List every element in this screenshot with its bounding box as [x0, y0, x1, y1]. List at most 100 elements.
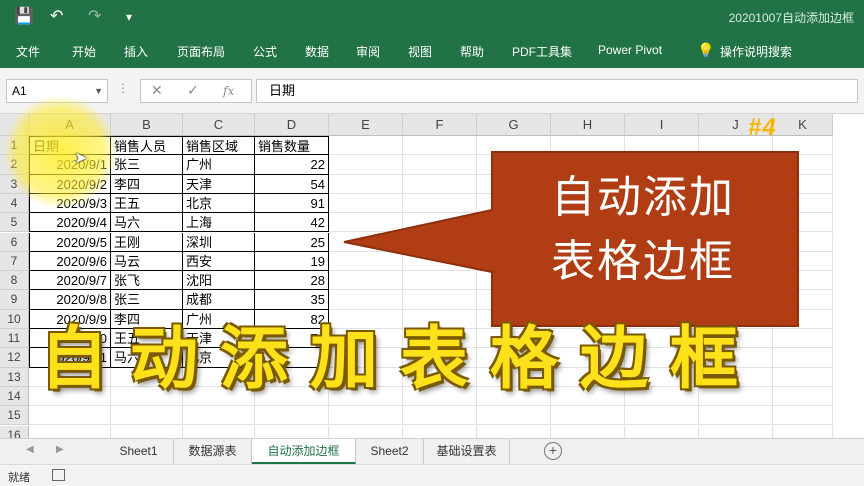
sheet-tab[interactable]: Sheet1 [104, 439, 174, 464]
macro-record-icon[interactable] [52, 469, 65, 481]
row-header-13[interactable]: 13 [0, 367, 29, 387]
column-header-g[interactable]: G [477, 114, 551, 136]
row-header-9[interactable]: 9 [0, 290, 29, 310]
table-cell[interactable]: 25 [255, 232, 329, 252]
row-header-3[interactable]: 3 [0, 174, 29, 194]
column-header-a[interactable]: A [29, 114, 111, 136]
table-cell[interactable]: 2020/9/7 [29, 271, 111, 291]
sheet-tab[interactable]: Sheet2 [356, 439, 424, 464]
menu-power-pivot[interactable]: Power Pivot [598, 43, 662, 57]
table-cell[interactable]: 2020/9/2 [29, 174, 111, 194]
insert-function-icon[interactable]: fx [223, 84, 234, 98]
empty-cell[interactable] [403, 425, 477, 438]
cancel-icon[interactable]: ✕ [151, 82, 163, 99]
table-cell[interactable]: 王刚 [111, 232, 183, 252]
row-header-7[interactable]: 7 [0, 251, 29, 272]
row-header-15[interactable]: 15 [0, 406, 29, 426]
empty-cell[interactable] [625, 406, 699, 426]
column-header-d[interactable]: D [255, 114, 329, 136]
empty-cell[interactable] [329, 406, 403, 426]
table-cell[interactable]: 马六 [111, 213, 183, 233]
table-cell[interactable]: 李四 [111, 174, 183, 194]
menu-help[interactable]: 帮助 [460, 43, 484, 60]
table-cell[interactable]: 2020/9/3 [29, 193, 111, 214]
table-cell[interactable]: 王五 [111, 193, 183, 214]
table-cell[interactable]: 22 [255, 155, 329, 175]
empty-cell[interactable] [111, 425, 183, 438]
select-all-corner[interactable] [0, 114, 29, 136]
tell-me-search[interactable]: 操作说明搜索 [720, 43, 792, 60]
table-cell[interactable]: 35 [255, 290, 329, 310]
empty-cell[interactable] [551, 425, 625, 438]
drag-handle-icon[interactable]: ⋮ [117, 81, 129, 95]
column-header-h[interactable]: H [551, 114, 625, 136]
table-header-cell[interactable]: 销售人员 [111, 136, 183, 156]
table-header-cell[interactable]: 日期 [29, 136, 111, 156]
row-header-11[interactable]: 11 [0, 329, 29, 349]
menu-data[interactable]: 数据 [305, 43, 329, 60]
customize-toolbar-icon[interactable]: ▾ [126, 7, 132, 27]
empty-cell[interactable] [773, 425, 833, 438]
column-header-e[interactable]: E [329, 114, 403, 136]
empty-cell[interactable] [625, 425, 699, 438]
sheet-tab[interactable]: 数据源表 [174, 439, 252, 464]
formula-input[interactable]: 日期 [256, 79, 858, 103]
row-header-10[interactable]: 10 [0, 309, 29, 329]
table-cell[interactable]: 2020/9/1 [29, 155, 111, 175]
empty-cell[interactable] [477, 425, 551, 438]
name-box[interactable]: A1 ▼ [6, 79, 108, 103]
row-header-2[interactable]: 2 [0, 155, 29, 175]
empty-cell[interactable] [255, 406, 329, 426]
menu-pdf-tools[interactable]: PDF工具集 [512, 43, 572, 60]
save-icon[interactable]: 💾 [14, 7, 34, 27]
row-header-1[interactable]: 1 [0, 136, 29, 156]
table-cell[interactable]: 2020/9/5 [29, 232, 111, 252]
row-header-14[interactable]: 14 [0, 386, 29, 407]
menu-insert[interactable]: 插入 [124, 43, 148, 60]
empty-cell[interactable] [551, 406, 625, 426]
empty-cell[interactable] [111, 406, 183, 426]
enter-icon[interactable]: ✓ [187, 82, 199, 99]
scroll-right-icon[interactable]: ▶ [56, 444, 64, 455]
empty-cell[interactable] [183, 406, 255, 426]
row-header-6[interactable]: 6 [0, 232, 29, 252]
column-header-b[interactable]: B [111, 114, 183, 136]
menu-page-layout[interactable]: 页面布局 [177, 43, 225, 60]
table-cell[interactable]: 张飞 [111, 271, 183, 291]
empty-cell[interactable] [29, 425, 111, 438]
redo-icon[interactable]: ↷ [88, 7, 101, 27]
table-cell[interactable]: 张三 [111, 290, 183, 310]
menu-formulas[interactable]: 公式 [253, 43, 277, 60]
table-cell[interactable]: 2020/9/8 [29, 290, 111, 310]
empty-cell[interactable] [773, 406, 833, 426]
table-cell[interactable]: 28 [255, 271, 329, 291]
table-cell[interactable]: 西安 [183, 251, 255, 272]
empty-cell[interactable] [477, 406, 551, 426]
table-cell[interactable]: 42 [255, 213, 329, 233]
empty-cell[interactable] [255, 425, 329, 438]
table-header-cell[interactable]: 销售数量 [255, 136, 329, 156]
menu-home[interactable]: 开始 [72, 43, 96, 60]
table-cell[interactable]: 北京 [183, 193, 255, 214]
table-cell[interactable]: 91 [255, 193, 329, 214]
menu-file[interactable]: 文件 [16, 43, 40, 60]
empty-cell[interactable] [329, 425, 403, 438]
table-cell[interactable]: 成都 [183, 290, 255, 310]
empty-cell[interactable] [699, 406, 773, 426]
column-header-c[interactable]: C [183, 114, 255, 136]
table-cell[interactable]: 马云 [111, 251, 183, 272]
table-cell[interactable]: 张三 [111, 155, 183, 175]
table-cell[interactable]: 54 [255, 174, 329, 194]
empty-cell[interactable] [29, 406, 111, 426]
empty-cell[interactable] [699, 425, 773, 438]
table-cell[interactable]: 2020/9/4 [29, 213, 111, 233]
row-header-4[interactable]: 4 [0, 193, 29, 214]
menu-review[interactable]: 审阅 [356, 43, 380, 60]
table-cell[interactable]: 沈阳 [183, 271, 255, 291]
table-cell[interactable]: 上海 [183, 213, 255, 233]
sheet-tab[interactable]: 基础设置表 [424, 439, 510, 464]
add-sheet-button[interactable]: + [544, 442, 562, 460]
scroll-left-icon[interactable]: ◀ [26, 444, 34, 455]
sheet-tab[interactable]: 自动添加边框 [252, 439, 356, 464]
menu-view[interactable]: 视图 [408, 43, 432, 60]
